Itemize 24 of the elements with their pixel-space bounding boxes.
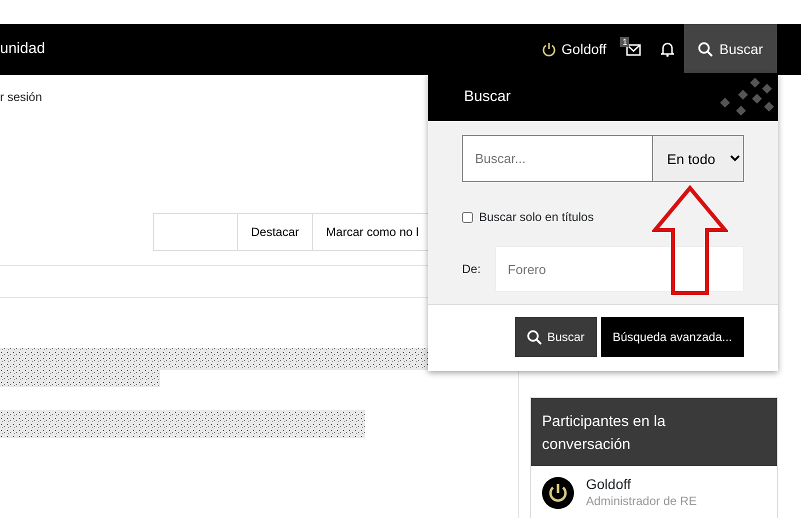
inbox-button[interactable]: 1	[616, 24, 652, 75]
search-field[interactable]: Buscar...	[462, 135, 652, 182]
nav-link[interactable]: unidad	[0, 38, 46, 61]
advanced-search-button[interactable]: Búsqueda avanzada...	[600, 317, 744, 357]
search-icon	[527, 330, 542, 344]
popup-title: Buscar	[464, 86, 511, 107]
search-button[interactable]: Buscar	[684, 24, 777, 75]
envelope-icon	[626, 44, 642, 56]
breadcrumb-link[interactable]: r sesión	[0, 88, 42, 106]
checkbox-label: Buscar solo en títulos	[479, 209, 594, 226]
unread-badge: 1	[620, 37, 630, 47]
field-label: De:	[462, 261, 481, 278]
titles-only-checkbox[interactable]	[462, 212, 473, 222]
search-submit-button[interactable]: Buscar	[515, 317, 597, 357]
user-menu[interactable]: Goldoff	[532, 24, 616, 75]
bell-icon	[661, 42, 674, 57]
member-name[interactable]: Goldoff	[586, 476, 697, 492]
member-role: Administrador de RE	[586, 493, 697, 510]
avatar-icon	[542, 477, 574, 509]
card-header: Participantes en la conversación	[531, 398, 777, 466]
search-icon	[698, 42, 714, 57]
scope-select[interactable]: En todo	[652, 135, 744, 182]
member-field[interactable]: Forero	[494, 246, 744, 292]
power-icon	[542, 42, 556, 57]
